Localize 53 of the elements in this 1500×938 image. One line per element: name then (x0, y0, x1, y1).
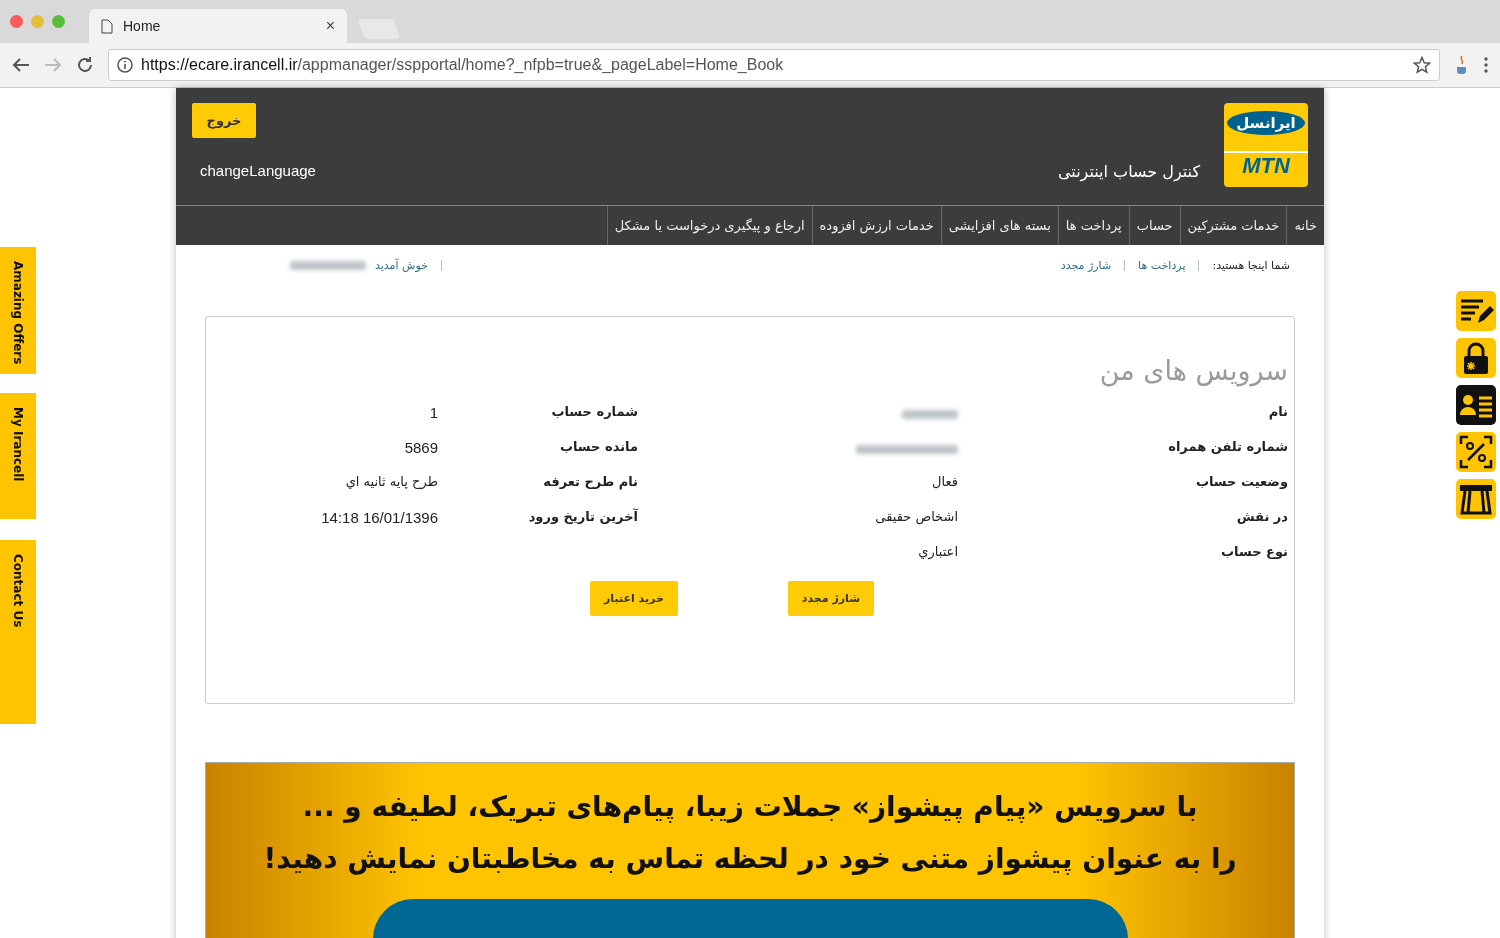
field-label: وضعیت حساب (1194, 474, 1288, 491)
nav-item[interactable]: ارجاع و پیگیری درخواست یا مشکل (606, 206, 812, 245)
action-button[interactable]: خرید اعتبار (590, 581, 678, 616)
field-value: 5869 (403, 439, 438, 458)
card-title: سرویس های من (1098, 355, 1288, 386)
field-value: فعال (931, 474, 958, 491)
edit-list-icon[interactable] (1456, 291, 1496, 331)
field-value: اعتباري (917, 544, 958, 562)
back-icon[interactable] (12, 57, 30, 73)
field-label: آخرین تاریخ ورود (527, 509, 638, 526)
star-icon[interactable] (1413, 56, 1431, 74)
field-label: شماره تلفن همراه (1167, 439, 1288, 456)
nav-item[interactable]: پرداخت ها (1057, 206, 1129, 245)
breadcrumb-link[interactable]: پرداخت ها (1138, 259, 1186, 272)
action-button[interactable]: شارژ مجدد (787, 581, 874, 616)
nav-item[interactable]: حساب (1128, 206, 1180, 245)
close-tab-button[interactable]: × (325, 17, 335, 35)
nav-item[interactable]: خدمات ارزش افزوده (811, 206, 941, 245)
breadcrumb-label: شما اینجا هستید: (1212, 259, 1290, 272)
blurred-text (902, 410, 958, 419)
side-tab[interactable]: My Irancell (0, 393, 36, 519)
field-value: 14:18 16/01/1396 (320, 509, 438, 528)
menu-icon[interactable] (1484, 57, 1488, 73)
nav-item[interactable]: خدمات مشترکین (1179, 206, 1287, 245)
url-field[interactable]: https://ecare.irancell.ir/appmanager/sspportal/home?_nfpb=true&_pageLabel=Home_Book (108, 49, 1440, 81)
field-label: نام طرح تعرفه (542, 474, 638, 492)
browser-tab[interactable]: Home × (89, 9, 347, 43)
nav-item[interactable]: بسته های افزایشی (940, 206, 1058, 245)
field-label: مانده حساب (558, 439, 638, 456)
banner-text: را به عنوان پیشواز متنی خود در لحظه تماس به مخاطبتان نمایش دهید! (263, 841, 1237, 877)
field-label: نام (1267, 404, 1288, 422)
nav-item[interactable]: خانه (1286, 206, 1324, 245)
field-label: شماره حساب (550, 404, 638, 421)
change-language-link[interactable]: changeLanguage (200, 162, 316, 179)
card-slot-icon[interactable] (1456, 479, 1496, 519)
field-value: اشخاص حقیقی (874, 509, 958, 527)
id-card-icon[interactable] (1456, 385, 1496, 425)
page-icon (101, 18, 113, 34)
field-label: در نقش (1235, 509, 1288, 526)
welcome-link[interactable]: خوش آمدید (375, 259, 428, 272)
site-subtitle: کنترل حساب اینترنتی (1058, 162, 1200, 181)
side-tab[interactable]: Contact Us (0, 540, 36, 724)
banner-text: با سرویس «پیام پیشواز» جملات زیبا، پیام‌های تبریک، لطیفه و ... (302, 789, 1198, 825)
lock-icon[interactable] (1456, 338, 1496, 378)
reload-icon[interactable] (76, 56, 94, 74)
info-icon (117, 57, 133, 73)
field-value: 1 (428, 404, 438, 423)
logout-button[interactable]: خروج (192, 103, 256, 138)
side-tab[interactable]: Amazing Offers (0, 247, 36, 374)
field-label: نوع حساب (1220, 544, 1288, 561)
percent-icon[interactable] (1456, 432, 1496, 472)
field-value: طرح پایه ثانیه اي (344, 474, 438, 492)
breadcrumb-link[interactable]: شارژ مجدد (1060, 259, 1112, 272)
